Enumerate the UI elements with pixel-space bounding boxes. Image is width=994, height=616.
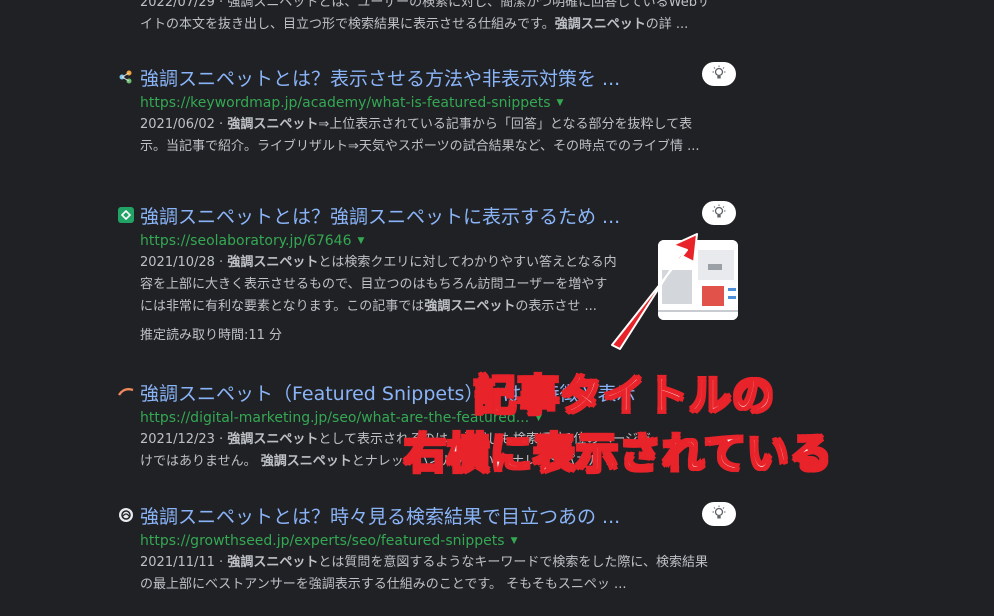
annotation-text: 右横に表示されている xyxy=(403,428,833,479)
annotation-arrow xyxy=(611,233,698,350)
annotation-text: 記事タイトルの xyxy=(473,370,776,421)
